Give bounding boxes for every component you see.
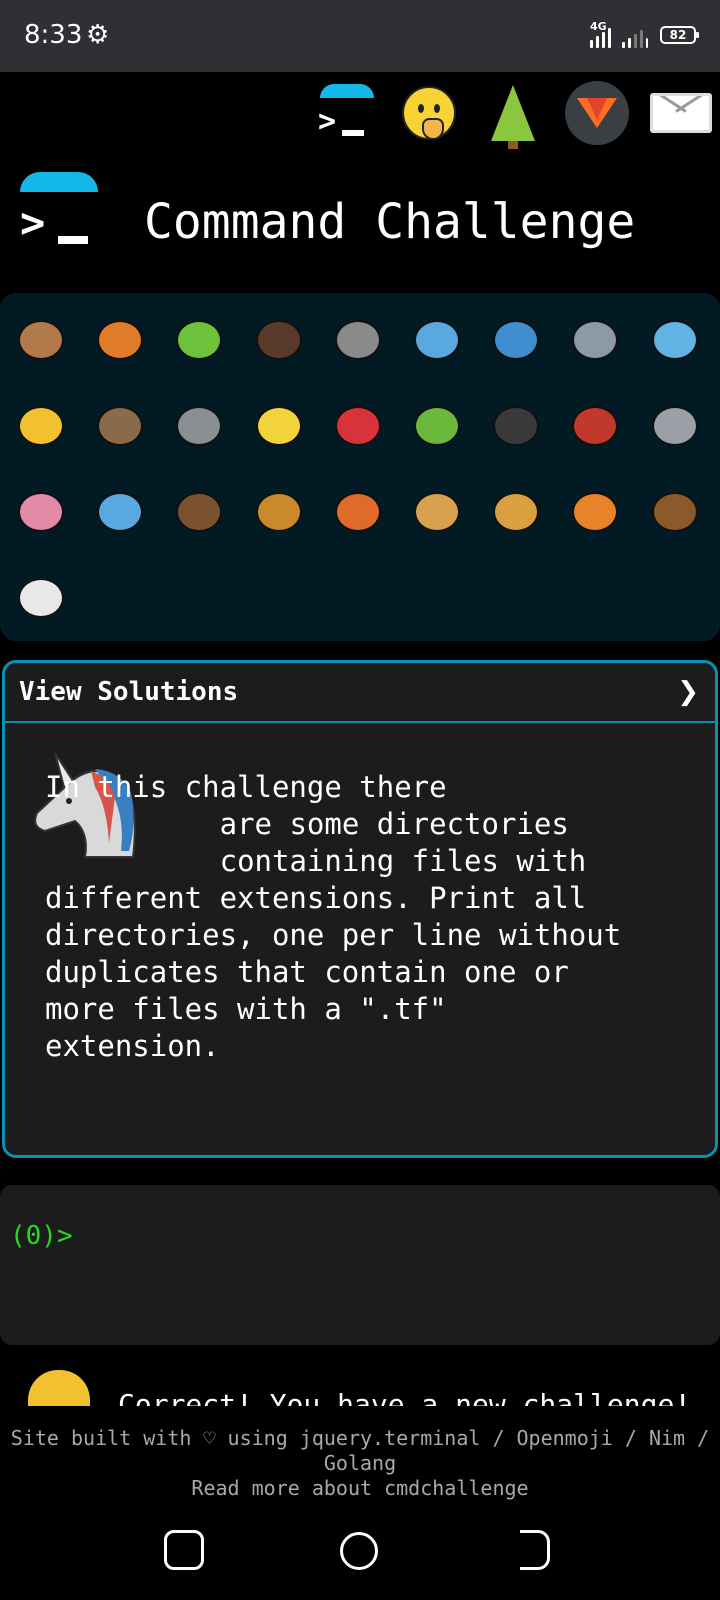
snail-icon[interactable]	[8, 307, 74, 373]
whale-icon[interactable]	[404, 307, 470, 373]
status-bar: 8:33 ⚙ 4G 82	[0, 0, 720, 72]
butterfly-icon[interactable]	[87, 307, 153, 373]
battery-icon: 82	[660, 26, 699, 44]
fly-icon[interactable]	[642, 393, 708, 459]
terminal-logo-icon: >	[18, 170, 102, 260]
settings-gear-icon: ⚙	[86, 20, 110, 50]
challenge-card: View Solutions ❯ In this challenge there…	[2, 660, 718, 1158]
fish-icon[interactable]	[642, 307, 708, 373]
blowfish-icon[interactable]	[87, 393, 153, 459]
terminal-input-area[interactable]: (0)>	[0, 1185, 720, 1345]
signal-strength-2-icon	[622, 26, 648, 48]
robot-icon	[28, 1370, 90, 1406]
unicorn-icon[interactable]	[8, 565, 74, 631]
top-nav: >	[312, 76, 714, 150]
wolf-icon[interactable]	[166, 393, 232, 459]
recent-apps-button[interactable]	[164, 1530, 204, 1570]
ladybug-icon[interactable]	[325, 393, 391, 459]
caterpillar-icon[interactable]	[166, 307, 232, 373]
dog-icon[interactable]	[246, 479, 312, 545]
envelope-icon[interactable]	[648, 80, 714, 146]
page-title: Command Challenge	[144, 194, 636, 250]
cat-icon[interactable]	[404, 479, 470, 545]
view-solutions-toggle[interactable]: View Solutions ❯	[5, 663, 715, 723]
tiger-icon[interactable]	[562, 479, 628, 545]
scorpion-icon[interactable]	[562, 393, 628, 459]
gitlab-icon[interactable]	[564, 80, 630, 146]
page-header: > Command Challenge	[0, 170, 720, 280]
ant-icon[interactable]	[246, 307, 312, 373]
status-time: 8:33	[24, 20, 83, 50]
challenge-description: In this challenge there are some directo…	[45, 770, 622, 1063]
horse-icon[interactable]	[642, 479, 708, 545]
signal-strength-icon	[590, 26, 611, 48]
hand-over-mouth-face-icon[interactable]	[396, 80, 462, 146]
android-nav-bar	[0, 1500, 720, 1600]
home-button[interactable]	[340, 1532, 378, 1570]
terminal-logo-icon[interactable]: >	[312, 80, 378, 146]
tropical-fish-icon[interactable]	[8, 393, 74, 459]
lion-icon[interactable]	[483, 479, 549, 545]
spider-icon[interactable]	[483, 393, 549, 459]
whale-2-icon[interactable]	[483, 307, 549, 373]
fox-icon[interactable]	[325, 479, 391, 545]
worm-icon[interactable]	[8, 479, 74, 545]
monkey-icon[interactable]	[166, 479, 232, 545]
footer: Site built with ♡ using jquery.terminal …	[0, 1426, 720, 1501]
chevron-right-icon: ❯	[677, 677, 699, 707]
cricket-icon[interactable]	[404, 393, 470, 459]
solved-challenges-grid	[0, 293, 720, 641]
back-button[interactable]	[520, 1530, 550, 1570]
christmas-tree-icon[interactable]	[480, 80, 546, 149]
terminal-prompt: (0)>	[10, 1221, 73, 1251]
status-message-text: Correct! You have a new challenge!	[118, 1388, 692, 1406]
view-solutions-label: View Solutions	[19, 677, 239, 707]
footer-about-link[interactable]: Read more about cmdchallenge	[0, 1476, 720, 1501]
microbe-icon[interactable]	[87, 479, 153, 545]
bee-icon[interactable]	[246, 393, 312, 459]
spider-web-icon[interactable]	[325, 307, 391, 373]
status-message: Correct! You have a new challenge!	[0, 1362, 720, 1406]
footer-credits: Site built with ♡ using jquery.terminal …	[10, 1426, 710, 1475]
dolphin-icon[interactable]	[562, 307, 628, 373]
